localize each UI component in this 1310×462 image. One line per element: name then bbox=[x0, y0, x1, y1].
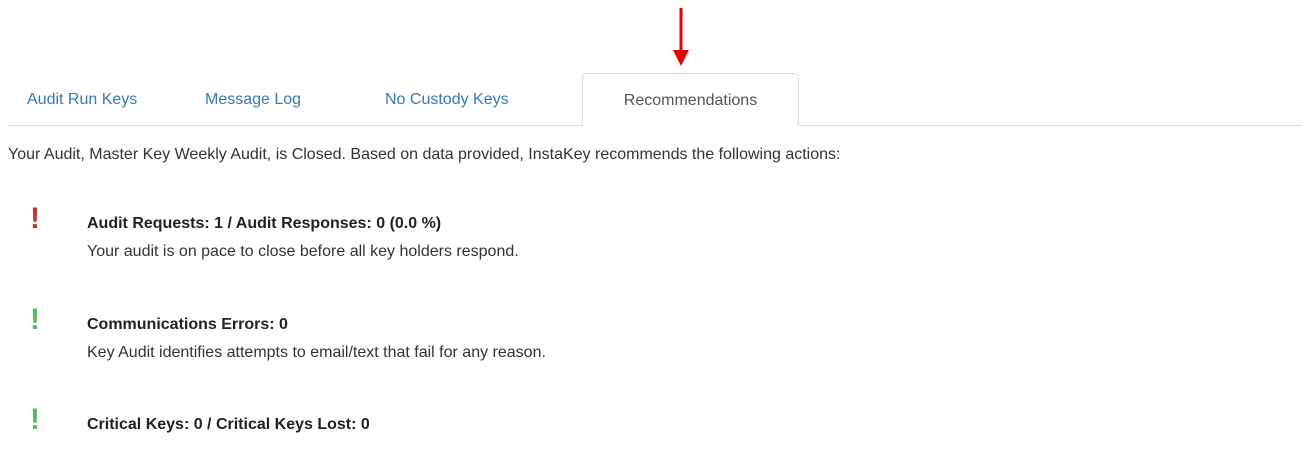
tab-audit-run-keys[interactable]: Audit Run Keys bbox=[27, 73, 137, 125]
recommendation-title: Critical Keys: 0 / Critical Keys Lost: 0 bbox=[87, 416, 370, 433]
recommendation-description: Your audit is on pace to close before al… bbox=[87, 243, 519, 260]
exclamation-icon: ! bbox=[30, 403, 40, 436]
intro-text: Your Audit, Master Key Weekly Audit, is … bbox=[8, 146, 841, 163]
tab-bar: Audit Run Keys Message Log No Custody Ke… bbox=[8, 73, 1302, 126]
recommendation-title: Communications Errors: 0 bbox=[87, 316, 288, 333]
recommendation-title: Audit Requests: 1 / Audit Responses: 0 (… bbox=[87, 215, 442, 232]
tab-message-log[interactable]: Message Log bbox=[205, 73, 301, 125]
tab-no-custody-keys[interactable]: No Custody Keys bbox=[385, 73, 509, 125]
red-arrow-down-icon bbox=[673, 8, 689, 66]
exclamation-icon: ! bbox=[30, 202, 40, 235]
exclamation-icon: ! bbox=[30, 303, 40, 336]
tab-recommendations[interactable]: Recommendations bbox=[582, 73, 799, 126]
recommendation-description: Key Audit identifies attempts to email/t… bbox=[87, 344, 546, 361]
